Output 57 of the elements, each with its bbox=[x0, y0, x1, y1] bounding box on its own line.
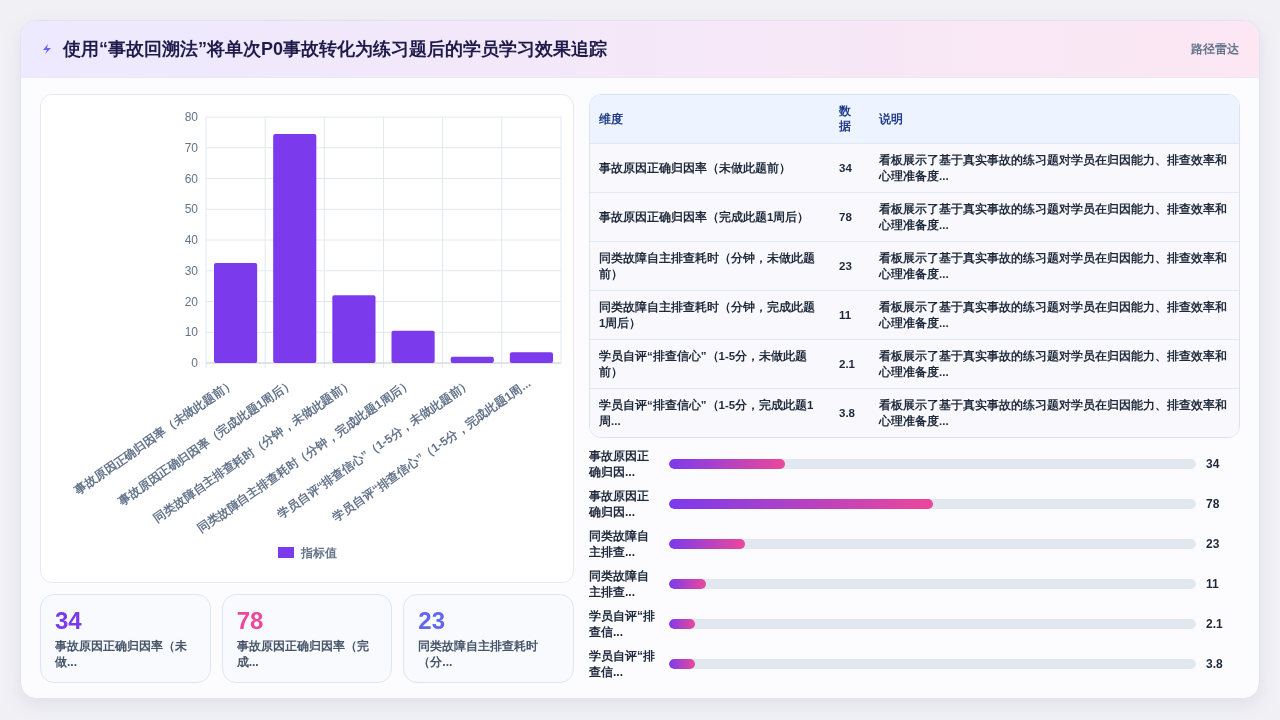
bar-label: 事故原因正确归因... bbox=[589, 447, 650, 481]
bar-label: 事故原因正确归因... bbox=[589, 487, 650, 521]
table-cell: 看板展示了基于真实事故的练习题对学员在归因能力、排查效率和心理准备度... bbox=[870, 388, 1239, 437]
kpi-value: 34 bbox=[55, 607, 83, 635]
chart-bar bbox=[509, 352, 553, 363]
header-label: 路径雷达 bbox=[1191, 40, 1239, 58]
bar-value: 78 bbox=[1206, 497, 1221, 511]
table-cell: 事故原因正确归因率（完成此题1周后） bbox=[590, 192, 830, 242]
table-cell: 3.8 bbox=[830, 388, 870, 437]
legend-swatch bbox=[278, 547, 294, 558]
bar-value: 2.1 bbox=[1206, 617, 1224, 631]
axis-tick-label: 70 bbox=[184, 140, 198, 155]
column-header: 说明 bbox=[870, 95, 1239, 144]
kpi-label: 事故原因正确归因率（完成... bbox=[236, 639, 370, 671]
kpi-label: 事故原因正确归因率（未做... bbox=[55, 639, 188, 671]
bar-value: 23 bbox=[1206, 537, 1221, 551]
axis-tick-label: 80 bbox=[184, 110, 198, 124]
bar-label: 学员自评“排查信... bbox=[589, 647, 656, 681]
table-cell: 看板展示了基于真实事故的练习题对学员在归因能力、排查效率和心理准备度... bbox=[870, 241, 1239, 291]
bar-value: 11 bbox=[1206, 577, 1220, 591]
axis-tick-label: 0 bbox=[191, 356, 198, 370]
table-cell: 看板展示了基于真实事故的练习题对学员在归因能力、排查效率和心理准备度... bbox=[870, 290, 1239, 340]
table-cell: 看板展示了基于真实事故的练习题对学员在归因能力、排查效率和心理准备度... bbox=[870, 143, 1239, 193]
column-header: 数据 bbox=[830, 95, 870, 144]
kpi-label: 同类故障自主排查耗时（分... bbox=[418, 639, 540, 671]
axis-tick-label: 50 bbox=[184, 202, 198, 217]
bar-label: 学员自评“排查信... bbox=[589, 607, 656, 641]
column-header: 维度 bbox=[590, 95, 830, 144]
axis-tick-label: 30 bbox=[184, 263, 198, 278]
axis-tick-label: 40 bbox=[184, 233, 198, 247]
page-title: 使用“事故回溯法”将单次P0事故转化为练习题后的学员学习效果追踪 bbox=[63, 38, 608, 61]
table-cell: 11 bbox=[830, 290, 870, 340]
legend-label: 指标值 bbox=[301, 546, 337, 560]
table-cell: 同类故障自主排查耗时（分钟，未做此题前） bbox=[590, 241, 830, 291]
axis-tick-label: 20 bbox=[184, 294, 198, 309]
bar-value: 34 bbox=[1206, 457, 1221, 471]
bar-label: 同类故障自主排查... bbox=[589, 567, 650, 601]
chart-bar bbox=[450, 356, 494, 363]
kpi-value: 78 bbox=[236, 607, 265, 635]
table-cell: 2.1 bbox=[830, 339, 870, 389]
table-cell: 34 bbox=[830, 143, 870, 193]
chart-bar bbox=[391, 330, 435, 363]
table-cell: 78 bbox=[830, 192, 870, 242]
axis-tick-label: 10 bbox=[184, 325, 198, 340]
chart-bar bbox=[332, 295, 376, 363]
table-cell: 看板展示了基于真实事故的练习题对学员在归因能力、排查效率和心理准备度... bbox=[870, 192, 1239, 242]
axis-tick-label: 60 bbox=[184, 171, 198, 186]
bar-label: 同类故障自主排查... bbox=[589, 527, 650, 561]
table-cell: 学员自评“排查信心”（1-5分，完成此题1周... bbox=[590, 388, 830, 437]
bar-value: 3.8 bbox=[1206, 657, 1224, 671]
lightning-icon bbox=[41, 43, 53, 55]
table-cell: 同类故障自主排查耗时（分钟，完成此题1周后） bbox=[590, 290, 830, 340]
kpi-value: 23 bbox=[418, 607, 447, 635]
table-cell: 23 bbox=[830, 241, 870, 291]
table-cell: 学员自评“排查信心”（1-5分，未做此题前） bbox=[590, 339, 830, 389]
table-cell: 事故原因正确归因率（未做此题前） bbox=[590, 143, 830, 193]
table-cell: 看板展示了基于真实事故的练习题对学员在归因能力、排查效率和心理准备度... bbox=[870, 339, 1239, 389]
